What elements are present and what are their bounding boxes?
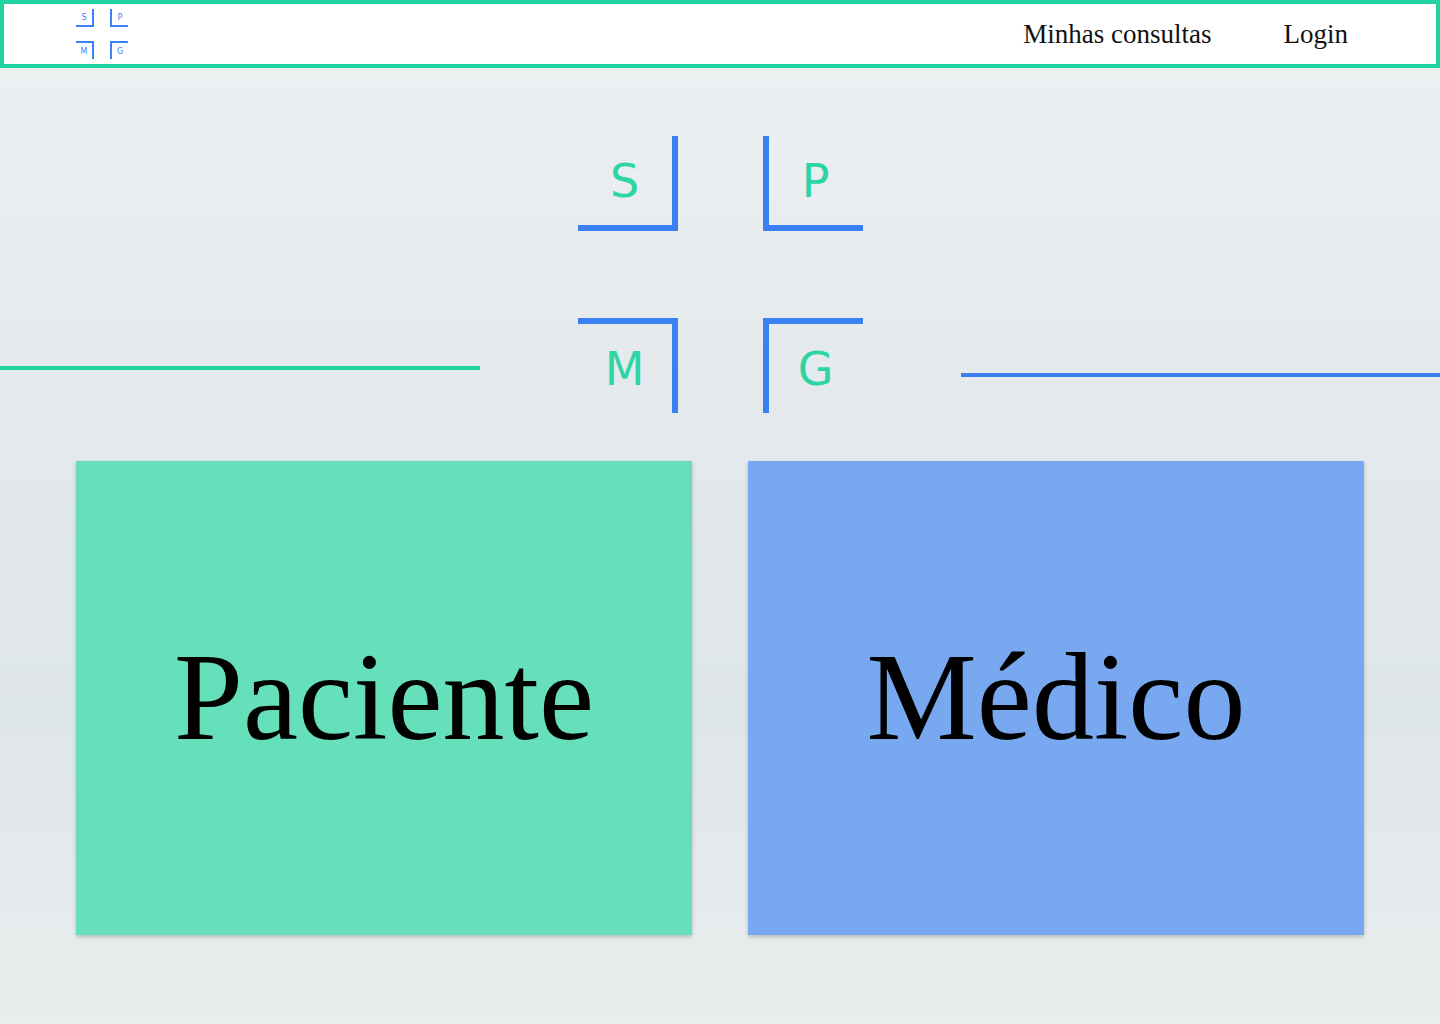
- hero-logo: SPMG: [578, 136, 863, 413]
- logo-letter: M: [578, 318, 678, 413]
- logo-letter: G: [110, 41, 128, 59]
- role-cards: PacienteMédico: [76, 461, 1364, 935]
- role-card[interactable]: Médico: [748, 461, 1364, 935]
- logo-letter: P: [110, 9, 128, 27]
- logo-letter: M: [76, 41, 94, 59]
- hero-logo-row: SPMG: [0, 136, 1440, 413]
- page: SPMGMinhas consultasLoginSPMGPacienteMéd…: [0, 0, 1440, 1024]
- header-logo[interactable]: SPMG: [76, 9, 128, 59]
- divider-line: [961, 373, 1440, 377]
- logo-letter: S: [76, 9, 94, 27]
- nav-menu: Minhas consultas Login: [1023, 19, 1348, 50]
- divider-line: [0, 366, 480, 370]
- logo-letter: P: [763, 136, 863, 231]
- hero-background: SPMG PacienteMédico: [0, 68, 1440, 1024]
- role-card[interactable]: Paciente: [76, 461, 692, 935]
- top-bar: SPMG Minhas consultas Login: [0, 0, 1440, 68]
- logo-letter: S: [578, 136, 678, 231]
- nav-link[interactable]: Minhas consultas: [1023, 19, 1211, 50]
- nav-link[interactable]: Login: [1284, 19, 1349, 50]
- logo-letter: G: [763, 318, 863, 413]
